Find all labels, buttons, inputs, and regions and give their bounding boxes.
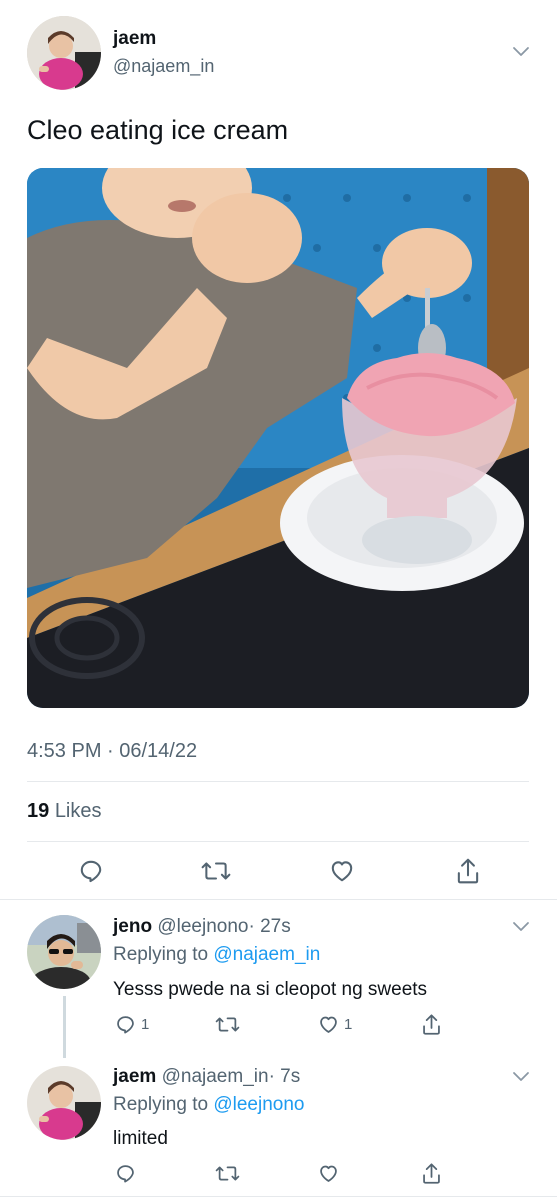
retweet-icon (201, 862, 231, 880)
reply-header: jeno @leejnono· 27s (113, 916, 291, 938)
heart-icon (331, 861, 353, 882)
reply-icon (117, 1165, 134, 1183)
share-button[interactable] (421, 1162, 442, 1185)
tweet-photo[interactable] (27, 168, 529, 708)
reply-time[interactable]: · 27s (248, 916, 290, 937)
chevron-down-icon[interactable] (512, 46, 530, 58)
replying-to-line: Replying to @najaem_in (113, 944, 320, 966)
reply-handle[interactable]: @najaem_in (162, 1066, 269, 1087)
reply-display-name[interactable]: jaem (113, 1066, 156, 1087)
retweet-button[interactable] (201, 858, 231, 884)
retweet-button[interactable] (215, 1014, 240, 1035)
section-divider (0, 899, 557, 900)
tweet-timestamp[interactable]: 4:53 PM · 06/14/22 (27, 740, 197, 763)
author-avatar[interactable] (27, 16, 101, 90)
likes-count: 19 (27, 800, 50, 822)
reply-icon (117, 1016, 134, 1034)
thread-line (63, 996, 66, 1058)
reply-text: Yesss pwede na si cleopot ng sweets (113, 979, 428, 1000)
reply-handle[interactable]: @leejnono (157, 916, 248, 937)
divider (27, 841, 529, 842)
bottom-divider (0, 1196, 557, 1197)
like-button[interactable] (329, 858, 355, 884)
replying-to-link[interactable]: @leejnono (213, 1094, 304, 1115)
likes-label: Likes (54, 800, 102, 822)
reply-count: 1 (141, 1016, 150, 1033)
replying-to-line: Replying to @leejnono (113, 1094, 304, 1116)
share-button[interactable] (421, 1013, 442, 1036)
retweet-button[interactable] (215, 1163, 240, 1184)
author-handle[interactable]: @najaem_in (113, 56, 214, 77)
retweet-icon (215, 1017, 240, 1032)
replying-to-label: Replying to (113, 944, 209, 965)
reply-text: limited (113, 1128, 168, 1149)
share-icon (423, 1014, 440, 1035)
reply-avatar[interactable] (27, 1066, 101, 1140)
heart-icon (320, 1165, 337, 1182)
reply-button[interactable] (115, 1163, 136, 1184)
replying-to-label: Replying to (113, 1094, 209, 1115)
like-button[interactable]: 1 (318, 1014, 352, 1035)
reply-button[interactable] (78, 858, 104, 884)
replying-to-link[interactable]: @najaem_in (213, 944, 320, 965)
like-count: 1 (344, 1016, 353, 1033)
likes-stat[interactable]: 19 Likes (27, 800, 102, 823)
reply-button[interactable]: 1 (115, 1014, 149, 1035)
chevron-down-icon[interactable] (512, 1071, 530, 1083)
like-button[interactable] (318, 1163, 339, 1184)
tweet-text: Cleo eating ice cream (27, 115, 289, 145)
reply-avatar[interactable] (27, 915, 101, 989)
divider (27, 781, 529, 782)
retweet-icon (215, 1166, 240, 1181)
reply-display-name[interactable]: jeno (113, 916, 152, 937)
author-display-name[interactable]: jaem (113, 28, 156, 50)
share-icon (423, 1163, 440, 1184)
chevron-down-icon[interactable] (512, 921, 530, 933)
reply-time[interactable]: · 7s (269, 1066, 301, 1087)
heart-icon (320, 1016, 337, 1033)
reply-header: jaem @najaem_in· 7s (113, 1066, 300, 1088)
share-icon (457, 858, 479, 884)
share-button[interactable] (455, 857, 481, 885)
reply-icon (80, 860, 102, 883)
